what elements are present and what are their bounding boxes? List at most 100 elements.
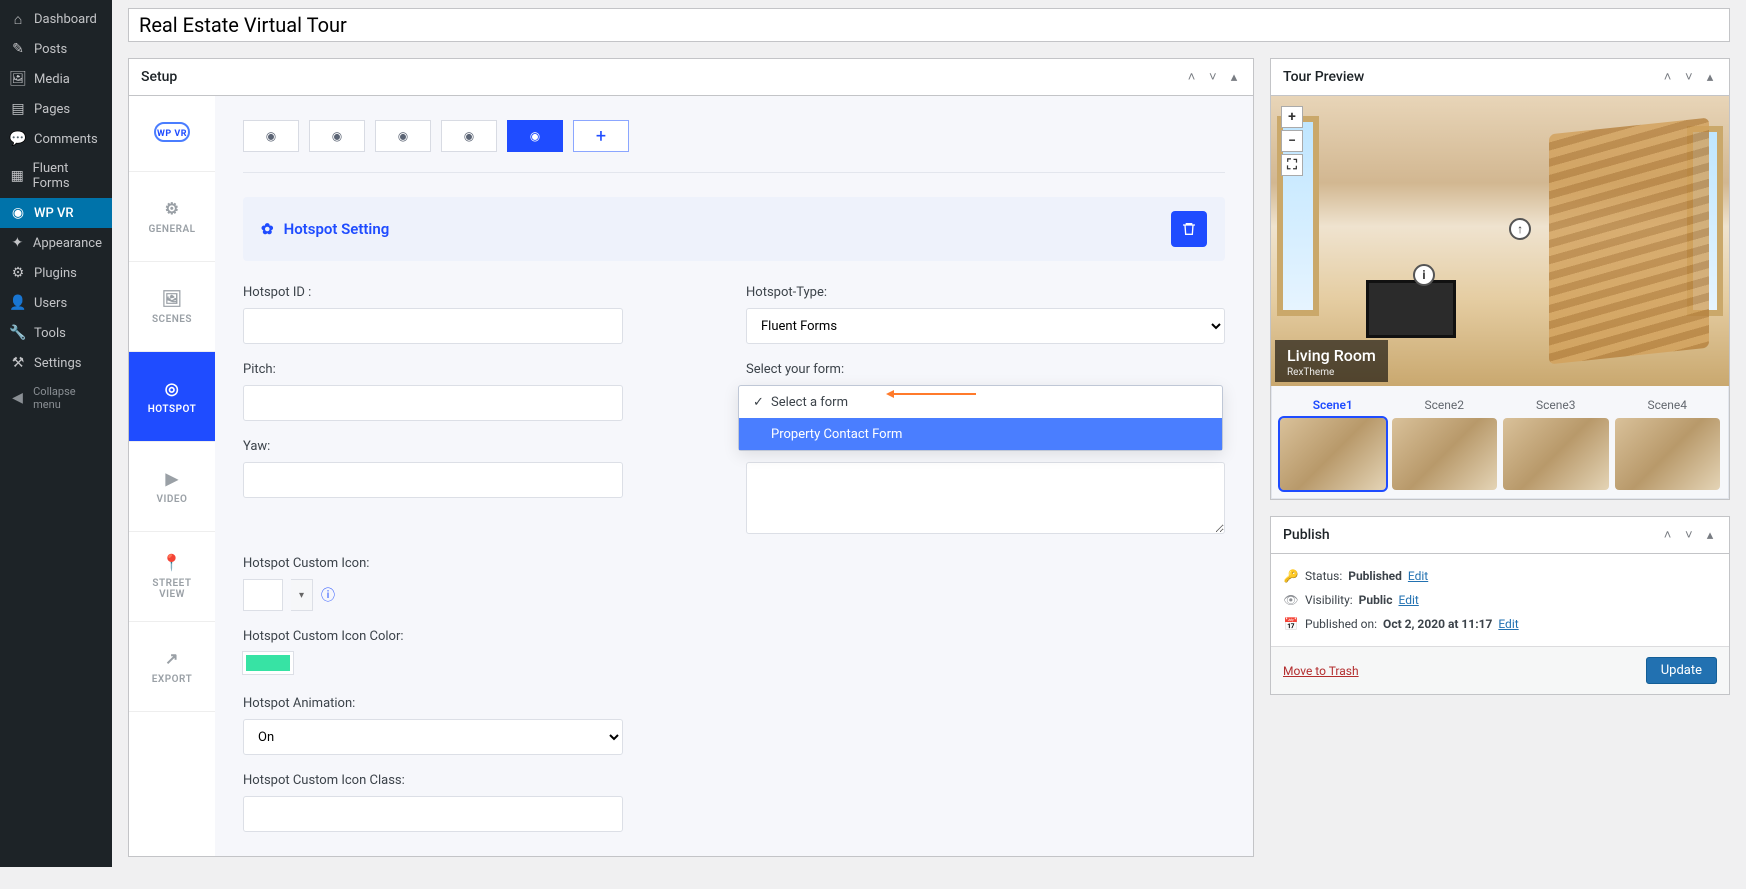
menu-users[interactable]: 👤Users — [0, 288, 112, 318]
hotspot-add-button[interactable]: + — [573, 120, 629, 152]
on-hover-textarea[interactable] — [746, 462, 1225, 534]
animation-select[interactable]: On — [243, 719, 623, 755]
edit-date-link[interactable]: Edit — [1498, 617, 1518, 631]
hotspot-marker-up[interactable]: ↑ — [1509, 218, 1531, 240]
form-option-placeholder[interactable]: ✓Select a form — [739, 386, 1222, 418]
scene-thumb-1[interactable]: Scene1 — [1280, 398, 1386, 490]
status-label: Status: — [1305, 569, 1342, 583]
pitch-input[interactable] — [243, 385, 623, 421]
chevron-up-icon[interactable]: ˄ — [1185, 69, 1199, 85]
scene-thumb-3[interactable]: Scene3 — [1503, 398, 1609, 490]
calendar-icon: 📅 — [1283, 617, 1299, 631]
chevron-down-icon[interactable]: ˅ — [1682, 69, 1696, 85]
custom-icon-color-swatch[interactable] — [243, 652, 293, 674]
select-form-dropdown-open: ✓Select a form Property Contact Form — [738, 385, 1223, 451]
tab-street-view-label: STREET VIEW — [152, 578, 191, 600]
custom-icon-preview[interactable] — [243, 579, 283, 611]
chevron-down-icon[interactable]: ˅ — [1206, 69, 1220, 85]
gear-icon: ✿ — [261, 220, 274, 238]
tab-export[interactable]: ↗EXPORT — [129, 622, 215, 712]
caret-up-icon[interactable]: ▴ — [1227, 70, 1241, 85]
form-option-placeholder-label: Select a form — [771, 395, 848, 410]
fullscreen-button[interactable]: ⛶ — [1281, 154, 1303, 176]
form-option-property-contact[interactable]: Property Contact Form — [739, 418, 1222, 450]
tour-preview-metabox: Tour Preview ˄ ˅ ▴ + − ⛶ — [1270, 58, 1730, 500]
scene-thumb-4[interactable]: Scene4 — [1615, 398, 1721, 490]
scene-thumb-2[interactable]: Scene2 — [1392, 398, 1498, 490]
setup-title: Setup — [141, 69, 177, 85]
hotspot-marker-info[interactable]: i — [1413, 264, 1435, 286]
panorama-preview[interactable]: + − ⛶ ↑ i Living Room RexTheme — [1271, 96, 1729, 386]
tab-street-view[interactable]: 📍 STREET VIEW — [129, 532, 215, 622]
setup-metabox: Setup ˄ ˅ ▴ WP VR ⚙GENERAL 🖼SCENES — [128, 58, 1254, 857]
eye-icon: 👁 — [1283, 593, 1299, 607]
plugin-icon: ⚙ — [10, 265, 26, 281]
menu-fluent-forms-label: Fluent Forms — [33, 161, 102, 191]
hotspot-type-select[interactable]: Fluent Forms — [746, 308, 1225, 344]
menu-appearance-label: Appearance — [33, 236, 102, 251]
scene-name: Living Room — [1287, 346, 1376, 365]
menu-media[interactable]: 🖼 Media — [0, 64, 112, 94]
hotspot-item-1[interactable]: ◉ — [243, 120, 299, 152]
hotspot-id-input[interactable] — [243, 308, 623, 344]
target-icon: ◎ — [165, 379, 179, 398]
menu-fluent-forms[interactable]: ▦Fluent Forms — [0, 154, 112, 198]
select-form-label: Select your form: — [746, 362, 1225, 377]
delete-hotspot-button[interactable] — [1171, 211, 1207, 247]
custom-icon-class-input[interactable] — [243, 796, 623, 832]
page-icon: ▤ — [10, 101, 26, 117]
chevron-up-icon[interactable]: ˄ — [1661, 527, 1675, 543]
menu-posts[interactable]: ✎Posts — [0, 34, 112, 64]
svg-text:WP VR: WP VR — [157, 129, 187, 139]
caret-up-icon[interactable]: ▴ — [1703, 528, 1717, 543]
custom-icon-dropdown[interactable]: ▾ — [291, 579, 313, 611]
move-to-trash-link[interactable]: Move to Trash — [1283, 664, 1359, 678]
menu-tools[interactable]: 🔧Tools — [0, 318, 112, 348]
menu-wp-vr[interactable]: ◉WP VR — [0, 198, 112, 228]
menu-settings[interactable]: ⚒Settings — [0, 348, 112, 378]
media-icon: 🖼 — [10, 71, 26, 87]
menu-tools-label: Tools — [34, 326, 66, 341]
menu-media-label: Media — [34, 72, 70, 87]
menu-plugins-label: Plugins — [34, 266, 77, 281]
tab-export-label: EXPORT — [152, 674, 192, 685]
hotspot-item-3[interactable]: ◉ — [375, 120, 431, 152]
tab-hotspot[interactable]: ◎HOTSPOT — [129, 352, 215, 442]
hotspot-item-4[interactable]: ◉ — [441, 120, 497, 152]
zoom-out-button[interactable]: − — [1281, 130, 1303, 152]
hotspot-item-5[interactable]: ◉ — [507, 120, 563, 152]
edit-visibility-link[interactable]: Edit — [1398, 593, 1418, 607]
hotspot-item-2[interactable]: ◉ — [309, 120, 365, 152]
update-button[interactable]: Update — [1646, 657, 1717, 684]
zoom-in-button[interactable]: + — [1281, 106, 1303, 128]
menu-wp-vr-label: WP VR — [34, 206, 74, 221]
custom-icon-label: Hotspot Custom Icon: — [243, 556, 722, 571]
menu-dashboard[interactable]: ⌂Dashboard — [0, 4, 112, 34]
menu-comments[interactable]: 💬Comments — [0, 124, 112, 154]
menu-collapse[interactable]: ◀Collapse menu — [0, 378, 112, 418]
tab-scenes[interactable]: 🖼SCENES — [129, 262, 215, 352]
info-icon[interactable]: ⓘ — [321, 585, 335, 605]
settings-icon: ⚒ — [10, 355, 26, 371]
tab-general[interactable]: ⚙GENERAL — [129, 172, 215, 262]
custom-icon-class-label: Hotspot Custom Icon Class: — [243, 773, 722, 788]
caret-up-icon[interactable]: ▴ — [1703, 70, 1717, 85]
scene-thumb-2-label: Scene2 — [1392, 398, 1498, 412]
status-value: Published — [1348, 569, 1402, 583]
gear-icon: ⚙ — [165, 199, 180, 218]
pin-icon: 📍 — [162, 553, 182, 572]
publish-title: Publish — [1283, 527, 1330, 543]
menu-appearance[interactable]: ✦ Appearance — [0, 228, 112, 258]
edit-status-link[interactable]: Edit — [1408, 569, 1428, 583]
menu-pages[interactable]: ▤Pages — [0, 94, 112, 124]
yaw-input[interactable] — [243, 462, 623, 498]
page-title-input[interactable] — [128, 8, 1730, 42]
hotspot-setting-heading: Hotspot Setting — [284, 220, 390, 238]
animation-label: Hotspot Animation: — [243, 696, 722, 711]
brush-icon: ✦ — [10, 235, 25, 251]
hotspot-setting-card: ✿ Hotspot Setting — [243, 197, 1225, 261]
chevron-up-icon[interactable]: ˄ — [1661, 69, 1675, 85]
menu-plugins[interactable]: ⚙ Plugins — [0, 258, 112, 288]
tab-video[interactable]: ▶VIDEO — [129, 442, 215, 532]
chevron-down-icon[interactable]: ˅ — [1682, 527, 1696, 543]
